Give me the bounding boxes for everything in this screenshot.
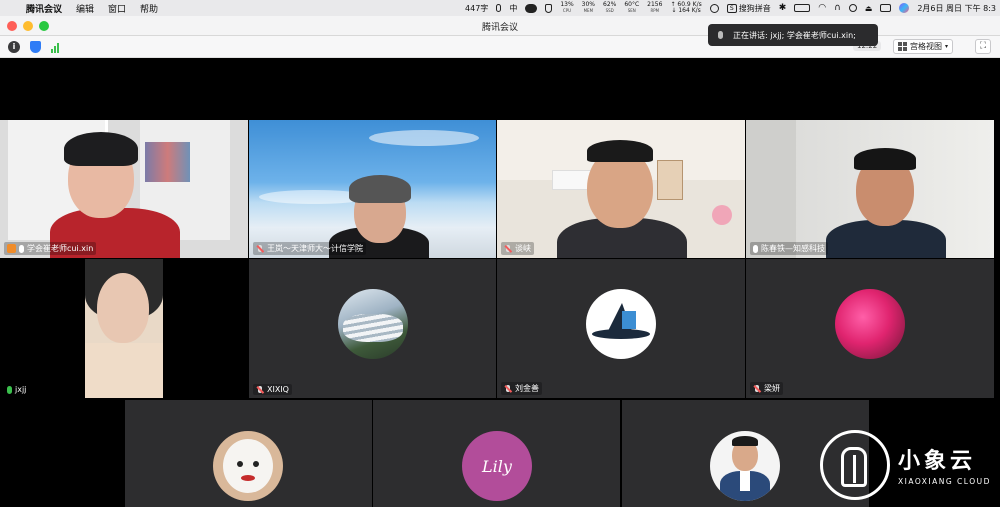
participant-figure: [557, 138, 687, 258]
rpm-stat: 2156 RPM: [647, 1, 663, 14]
mic-on-icon: [19, 244, 24, 253]
logo-mark-icon: [820, 429, 890, 500]
fullscreen-button[interactable]: ⛶: [975, 39, 991, 54]
search-icon[interactable]: [848, 4, 857, 12]
grid-view-icon: [898, 42, 907, 51]
ime-indicator[interactable]: S 搜狗拼音: [726, 3, 771, 14]
mic-muted-icon: [256, 244, 264, 253]
speaking-indicator: 正在讲话: jxjj; 学会崔老师cui.xin;: [708, 24, 878, 46]
video-tile-1[interactable]: 学会崔老师cui.xin: [0, 120, 248, 258]
mic-on-icon: [753, 244, 758, 253]
mic-status-icon[interactable]: [496, 4, 502, 12]
sogou-icon: S: [726, 3, 737, 13]
participant-avatar: [586, 289, 656, 359]
balloon: [712, 205, 732, 225]
participant-figure: [40, 128, 200, 258]
wechat-icon[interactable]: [525, 3, 538, 13]
video-tile-4[interactable]: 陈春铁—知感科技: [746, 120, 994, 258]
ssd-stat: 62% SSD: [603, 1, 617, 14]
toolbar-left-icons: i: [8, 41, 59, 53]
mic-on-icon: [7, 385, 12, 394]
mic-muted-icon: [753, 384, 761, 393]
participant-name-tag: 王岚～天津师大～计信学院: [253, 242, 366, 255]
video-tile-5[interactable]: jxjj: [0, 259, 248, 398]
participant-name-tag: 刘金善: [501, 382, 542, 395]
cpu-stat: 13% CPU: [560, 1, 574, 14]
participant-avatar: [710, 431, 780, 501]
menu-bar: 腾讯会议 编辑 窗口 帮助 447字 中 13% CPU 30% MEM 62% SS…: [0, 0, 1000, 16]
participant-name-tag: jxjj: [4, 384, 30, 395]
menu-edit[interactable]: 编辑: [76, 2, 94, 15]
siri-icon[interactable]: [899, 3, 910, 13]
security-shield-icon[interactable]: [30, 41, 41, 53]
participant-avatar: [338, 289, 408, 359]
menu-help[interactable]: 帮助: [140, 2, 158, 15]
speaking-text: 正在讲话: jxjj; 学会崔老师cui.xin;: [733, 30, 856, 40]
participant-name-tag: 学会崔老师cui.xin: [4, 242, 97, 255]
video-frame: [85, 259, 163, 398]
mic-muted-icon: [504, 384, 512, 393]
video-tile-8[interactable]: 梁妍: [746, 259, 994, 398]
mic-muted-icon: [256, 385, 264, 394]
video-tile-2[interactable]: 王岚～天津师大～计信学院: [249, 120, 496, 258]
host-icon: [7, 244, 16, 253]
cloud-bg: [369, 130, 479, 146]
net-stat: ↑ 60.9 K/s ↓ 164 K/s: [670, 1, 702, 14]
grid-view-button[interactable]: 宫格视图 ▾: [893, 39, 954, 54]
participant-avatar: [835, 289, 905, 359]
headphones-icon[interactable]: ∩: [834, 3, 841, 13]
shield-status-icon[interactable]: [545, 3, 553, 13]
control-center-icon[interactable]: [880, 4, 892, 12]
menu-app-name[interactable]: 腾讯会议: [26, 2, 62, 15]
participant-name-tag: 谈峡: [501, 242, 534, 255]
battery-icon[interactable]: [794, 4, 811, 12]
participant-figure: [826, 142, 946, 258]
fullscreen-icon: ⛶: [979, 41, 987, 51]
chevron-down-icon: ▾: [945, 43, 949, 50]
video-tile-10[interactable]: Lily: [373, 400, 620, 507]
window-light: [746, 120, 796, 258]
grid-view-label: 宫格视图: [910, 42, 942, 51]
sen-stat: 60°C SEN: [624, 1, 640, 14]
mem-stat: 30% MEM: [581, 1, 595, 14]
mic-muted-icon: [504, 244, 512, 253]
menu-window[interactable]: 窗口: [108, 2, 126, 15]
xiaoxiang-cloud-logo: 小象云 XIAOXIANG CLOUD: [820, 422, 1000, 507]
datetime[interactable]: 2月6日 周日 下午 8:3: [917, 3, 996, 14]
clock-icon[interactable]: [709, 3, 719, 13]
participant-name-tag: 梁妍: [750, 382, 783, 395]
bluetooth-icon[interactable]: ✱: [779, 3, 787, 13]
status-area: 447字 中 13% CPU 30% MEM 62% SSD 60°C SEN 2156…: [465, 0, 1000, 16]
network-signal-icon[interactable]: [51, 41, 59, 53]
participant-avatar: [213, 431, 283, 501]
video-tile-9[interactable]: [125, 400, 372, 507]
logo-en-text: XIAOXIANG CLOUD: [898, 477, 991, 486]
lily-avatar-text: Lily: [482, 456, 512, 476]
video-tile-7[interactable]: 刘金善: [497, 259, 745, 398]
input-lang[interactable]: 中: [509, 3, 517, 14]
participant-name-tag: 陈春铁—知感科技: [750, 242, 828, 255]
video-tile-6[interactable]: XIXIQ: [249, 259, 496, 398]
video-tile-3[interactable]: 谈峡: [497, 120, 745, 258]
speaking-mic-icon: [718, 31, 723, 39]
word-count: 447字: [465, 3, 489, 13]
logo-cn-text: 小象云: [898, 449, 977, 474]
participant-name-tag: XIXIQ: [253, 384, 292, 395]
info-icon[interactable]: i: [8, 41, 20, 53]
wifi-icon[interactable]: ◠: [818, 3, 826, 13]
screen: 腾讯会议 编辑 窗口 帮助 447字 中 13% CPU 30% MEM 62% SS…: [0, 0, 1000, 507]
eject-icon[interactable]: ⏏: [865, 4, 873, 13]
participant-avatar: Lily: [462, 431, 532, 501]
